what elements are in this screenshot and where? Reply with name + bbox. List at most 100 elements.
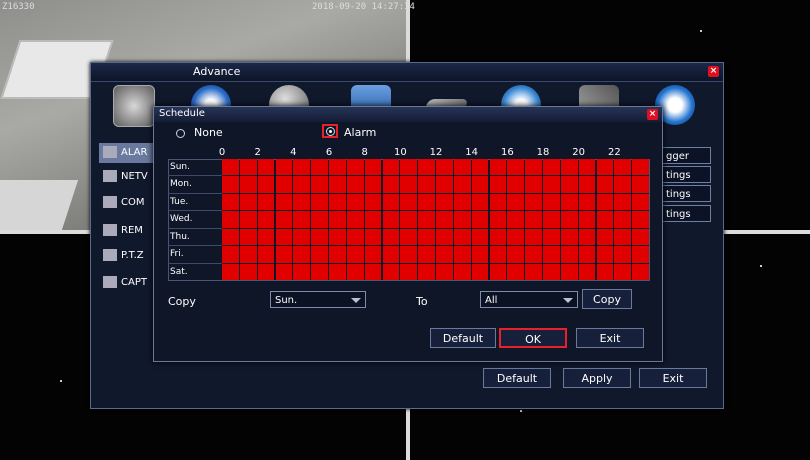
schedule-cell[interactable]: [507, 228, 525, 246]
schedule-cell[interactable]: [596, 263, 614, 280]
schedule-cell[interactable]: [632, 211, 649, 228]
schedule-cell[interactable]: [346, 176, 364, 193]
schedule-cell[interactable]: [436, 228, 453, 246]
exit-button[interactable]: Exit: [639, 368, 707, 388]
schedule-cell[interactable]: [614, 246, 632, 263]
schedule-cell[interactable]: [471, 193, 489, 211]
schedule-cell[interactable]: [560, 228, 578, 246]
schedule-cell[interactable]: [578, 263, 596, 280]
schedule-cell[interactable]: [364, 246, 382, 263]
schedule-cell[interactable]: [329, 246, 346, 263]
schedule-cell[interactable]: [453, 263, 471, 280]
schedule-cell[interactable]: [596, 246, 614, 263]
schedule-cell[interactable]: [418, 228, 435, 246]
schedule-cell[interactable]: [418, 176, 435, 193]
schedule-cell[interactable]: [364, 159, 382, 176]
schedule-cell[interactable]: [400, 211, 418, 228]
schedule-cell[interactable]: [614, 176, 632, 193]
schedule-cell[interactable]: [329, 176, 346, 193]
schedule-cell[interactable]: [222, 193, 239, 211]
schedule-cell[interactable]: [364, 193, 382, 211]
schedule-cell[interactable]: [525, 176, 542, 193]
schedule-cell[interactable]: [632, 193, 649, 211]
schedule-cell[interactable]: [489, 193, 507, 211]
schedule-cell[interactable]: [489, 211, 507, 228]
system-settings-icon[interactable]: [113, 85, 155, 127]
schedule-cell[interactable]: [471, 159, 489, 176]
schedule-cell[interactable]: [275, 246, 293, 263]
schedule-cell[interactable]: [275, 228, 293, 246]
copy-to-select[interactable]: All: [480, 291, 578, 308]
schedule-cell[interactable]: [525, 263, 542, 280]
schedule-cell[interactable]: [543, 193, 560, 211]
schedule-cell[interactable]: [453, 193, 471, 211]
schedule-cell[interactable]: [311, 228, 328, 246]
ok-button[interactable]: OK: [499, 328, 567, 348]
schedule-cell[interactable]: [293, 211, 311, 228]
schedule-cell[interactable]: [293, 263, 311, 280]
schedule-grid[interactable]: [222, 159, 650, 281]
schedule-cell[interactable]: [489, 176, 507, 193]
schedule-cell[interactable]: [543, 211, 560, 228]
schedule-cell[interactable]: [525, 246, 542, 263]
schedule-cell[interactable]: [329, 263, 346, 280]
schedule-cell[interactable]: [543, 159, 560, 176]
schedule-cell[interactable]: [222, 176, 239, 193]
schedule-cell[interactable]: [489, 228, 507, 246]
schedule-cell[interactable]: [329, 228, 346, 246]
schedule-cell[interactable]: [632, 159, 649, 176]
schedule-cell[interactable]: [418, 246, 435, 263]
schedule-cell[interactable]: [364, 228, 382, 246]
schedule-cell[interactable]: [346, 211, 364, 228]
schedule-cell[interactable]: [222, 246, 239, 263]
schedule-cell[interactable]: [632, 228, 649, 246]
schedule-cell[interactable]: [453, 211, 471, 228]
schedule-cell[interactable]: [453, 176, 471, 193]
schedule-cell[interactable]: [596, 159, 614, 176]
schedule-cell[interactable]: [257, 246, 275, 263]
schedule-cell[interactable]: [239, 211, 257, 228]
schedule-cell[interactable]: [489, 246, 507, 263]
schedule-cell[interactable]: [382, 211, 400, 228]
schedule-cell[interactable]: [239, 159, 257, 176]
schedule-cell[interactable]: [436, 246, 453, 263]
schedule-cell[interactable]: [525, 211, 542, 228]
schedule-cell[interactable]: [311, 193, 328, 211]
schedule-cell[interactable]: [471, 211, 489, 228]
schedule-cell[interactable]: [275, 211, 293, 228]
schedule-cell[interactable]: [382, 193, 400, 211]
schedule-cell[interactable]: [222, 263, 239, 280]
schedule-cell[interactable]: [239, 176, 257, 193]
copy-button[interactable]: Copy: [582, 289, 632, 309]
schedule-cell[interactable]: [471, 246, 489, 263]
schedule-cell[interactable]: [507, 159, 525, 176]
schedule-cell[interactable]: [222, 159, 239, 176]
schedule-cell[interactable]: [257, 159, 275, 176]
schedule-cell[interactable]: [436, 176, 453, 193]
schedule-cell[interactable]: [346, 263, 364, 280]
schedule-cell[interactable]: [578, 211, 596, 228]
schedule-cell[interactable]: [311, 246, 328, 263]
schedule-cell[interactable]: [489, 263, 507, 280]
schedule-cell[interactable]: [222, 228, 239, 246]
schedule-cell[interactable]: [382, 246, 400, 263]
settings-button[interactable]: tings: [661, 205, 711, 222]
schedule-cell[interactable]: [596, 176, 614, 193]
schedule-cell[interactable]: [578, 228, 596, 246]
schedule-cell[interactable]: [436, 159, 453, 176]
schedule-cell[interactable]: [560, 193, 578, 211]
schedule-cell[interactable]: [257, 263, 275, 280]
schedule-cell[interactable]: [453, 246, 471, 263]
schedule-cell[interactable]: [275, 263, 293, 280]
schedule-cell[interactable]: [400, 159, 418, 176]
schedule-cell[interactable]: [453, 228, 471, 246]
schedule-cell[interactable]: [560, 263, 578, 280]
schedule-cell[interactable]: [507, 193, 525, 211]
schedule-cell[interactable]: [293, 176, 311, 193]
schedule-cell[interactable]: [578, 193, 596, 211]
schedule-cell[interactable]: [436, 193, 453, 211]
schedule-cell[interactable]: [239, 193, 257, 211]
schedule-cell[interactable]: [400, 176, 418, 193]
schedule-cell[interactable]: [275, 193, 293, 211]
schedule-cell[interactable]: [525, 193, 542, 211]
